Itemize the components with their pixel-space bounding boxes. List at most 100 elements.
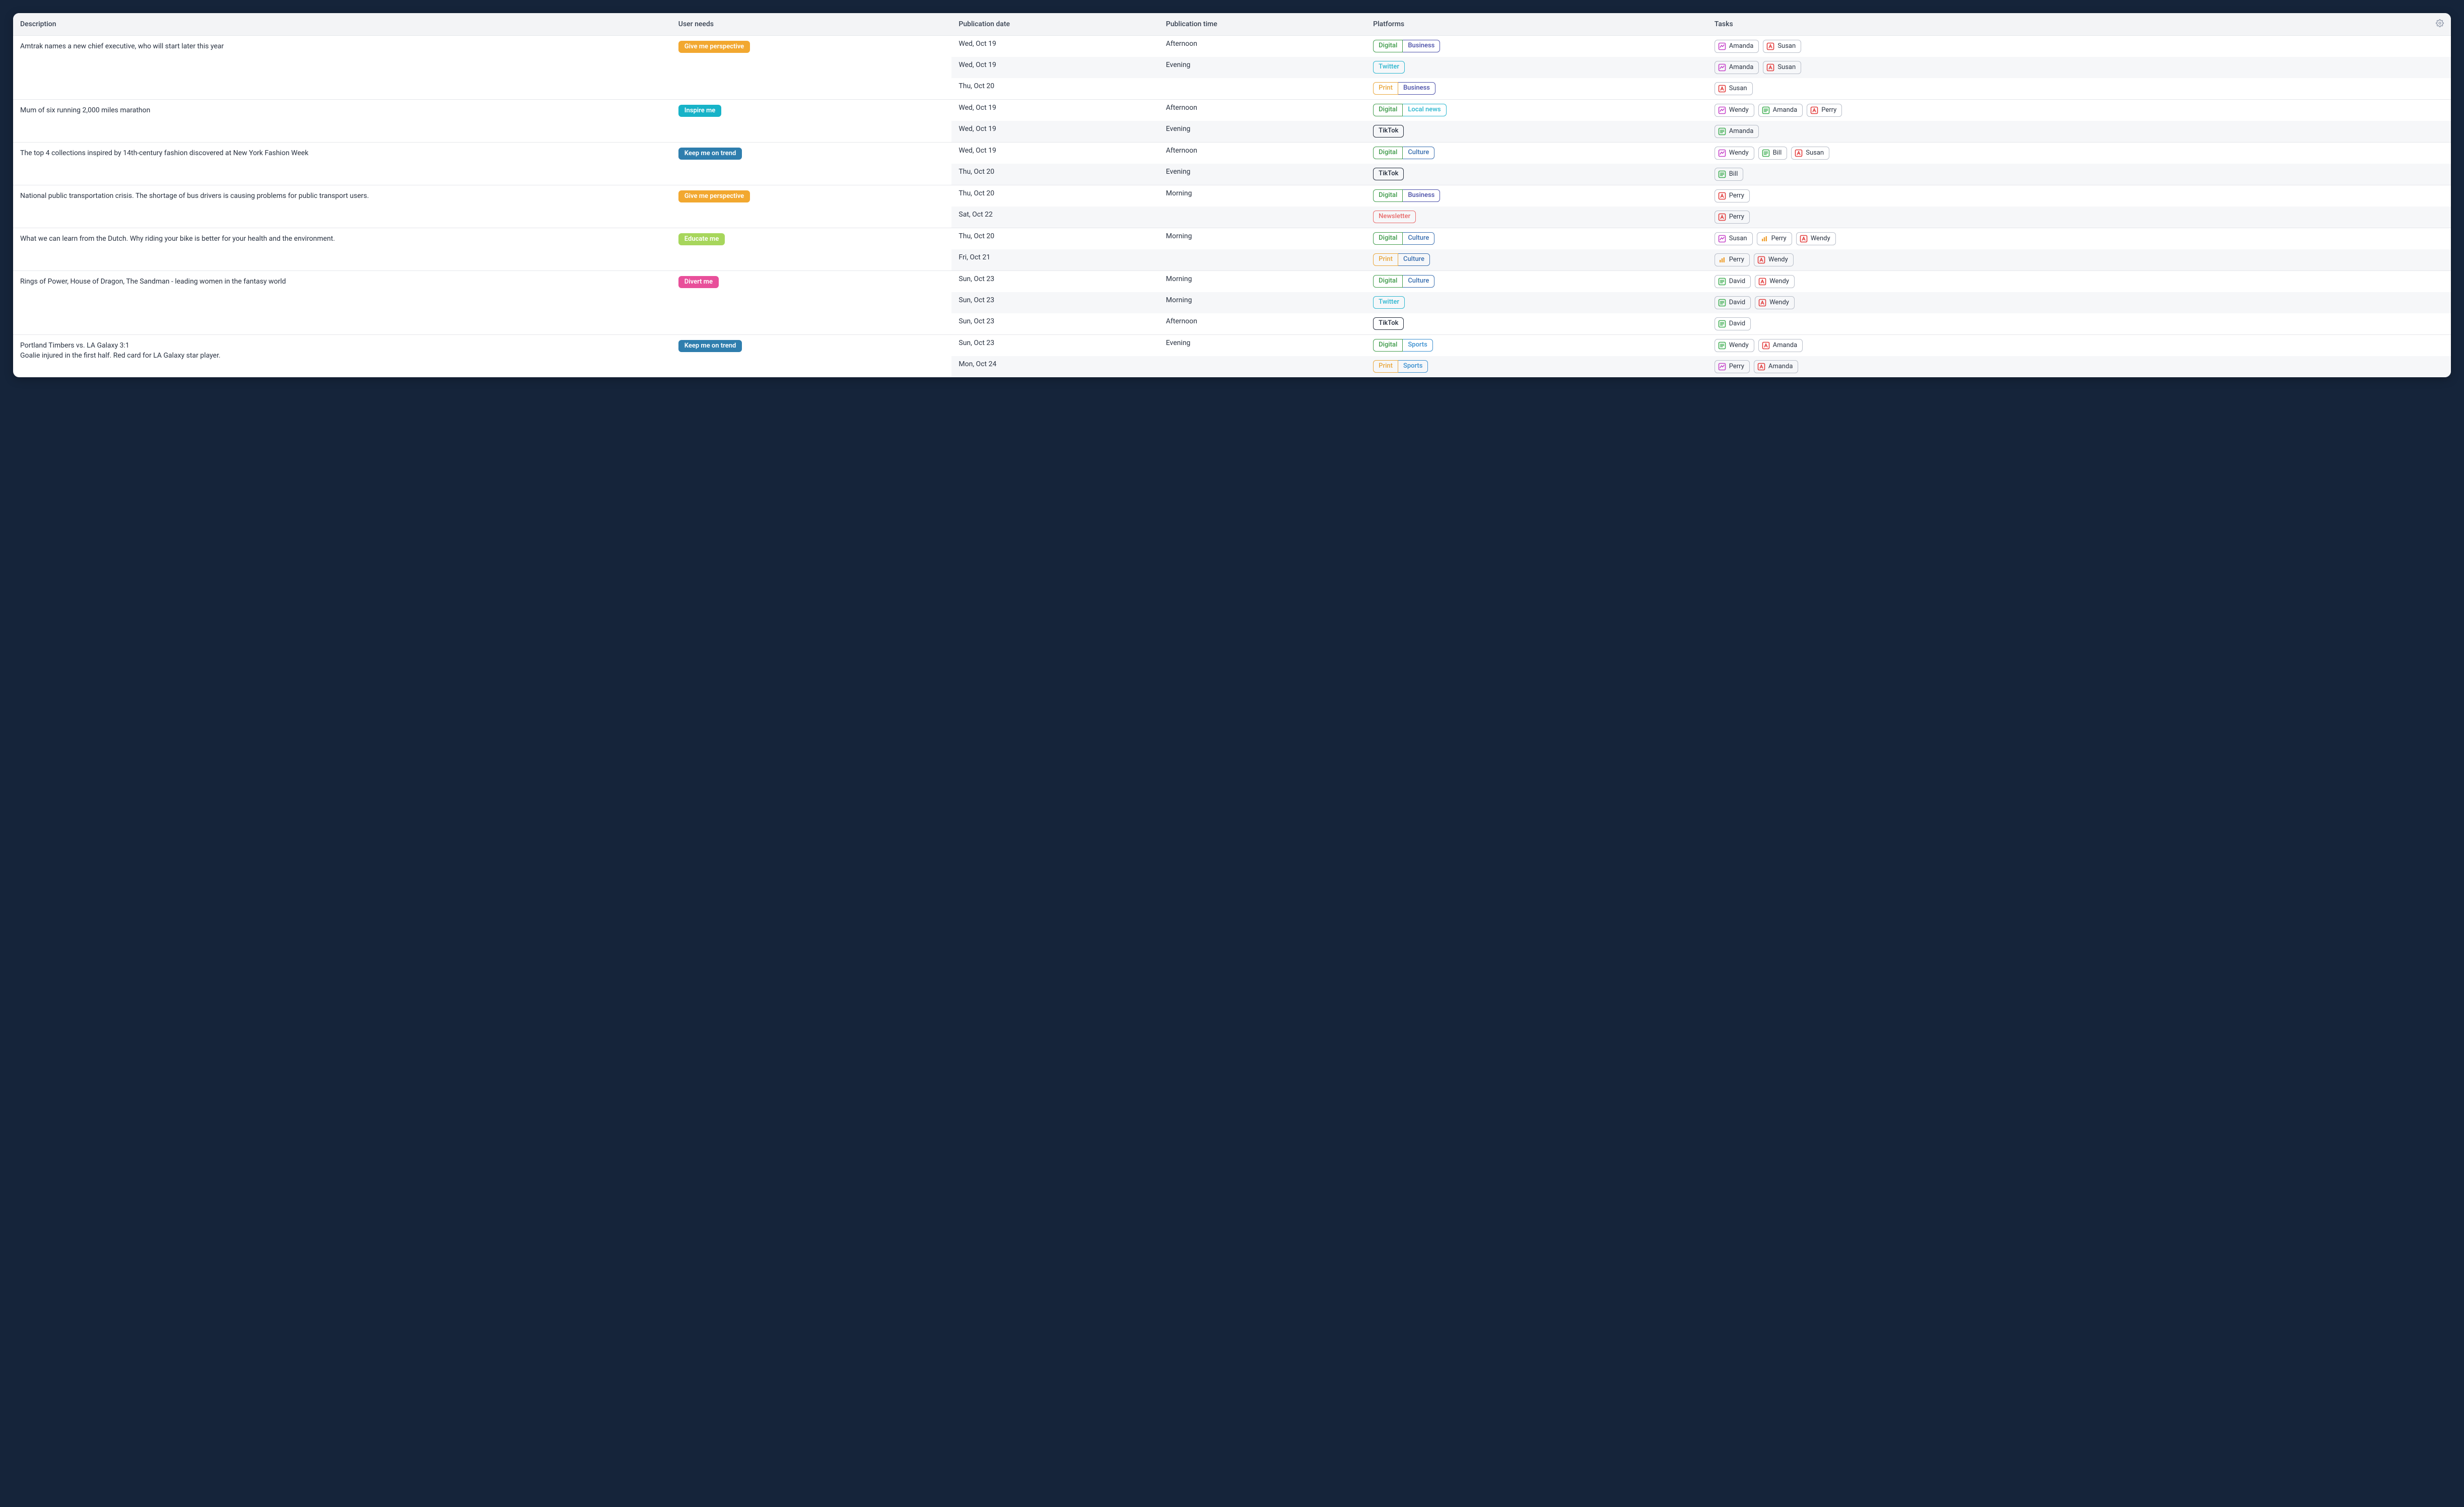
platform-tag[interactable]: Twitter — [1373, 296, 1405, 309]
publication-time-cell[interactable]: Afternoon — [1159, 100, 1366, 121]
task-chip[interactable]: Amanda — [1715, 61, 1759, 74]
task-chip[interactable]: Amanda — [1758, 339, 1803, 352]
publication-date-cell[interactable]: Thu, Oct 20 — [951, 185, 1158, 207]
publication-time-cell[interactable]: Afternoon — [1159, 143, 1366, 164]
description-cell[interactable]: What we can learn from the Dutch. Why ri… — [13, 228, 671, 271]
task-chip[interactable]: Perry — [1715, 189, 1750, 202]
platform-tag[interactable]: TikTok — [1373, 168, 1404, 180]
task-chip[interactable]: Wendy — [1755, 296, 1795, 309]
platform-segment: Business — [1398, 82, 1435, 95]
task-chip[interactable]: Perry — [1715, 360, 1750, 373]
publication-time-cell[interactable]: Evening — [1159, 57, 1366, 78]
task-chip[interactable]: Bill — [1715, 168, 1744, 181]
user-need-badge[interactable]: Inspire me — [678, 105, 721, 117]
task-chip[interactable]: Amanda — [1758, 104, 1803, 117]
task-chip[interactable]: David — [1715, 275, 1751, 288]
task-chip[interactable]: Susan — [1791, 147, 1829, 160]
publication-time-cell[interactable]: Morning — [1159, 292, 1366, 313]
task-chip[interactable]: Perry — [1757, 232, 1792, 245]
task-chip[interactable]: Wendy — [1715, 104, 1754, 117]
header-tasks[interactable]: Tasks — [1707, 13, 2429, 36]
task-chip[interactable]: Wendy — [1715, 147, 1754, 160]
platform-tag[interactable]: DigitalCulture — [1373, 147, 1434, 159]
publication-date-cell[interactable]: Thu, Oct 20 — [951, 164, 1158, 185]
description-cell[interactable]: Amtrak names a new chief executive, who … — [13, 36, 671, 100]
task-chip[interactable]: Wendy — [1796, 232, 1836, 245]
user-need-badge[interactable]: Give me perspective — [678, 190, 750, 202]
task-chip[interactable]: Perry — [1807, 104, 1842, 117]
task-chip[interactable]: David — [1715, 296, 1751, 309]
task-chip[interactable]: Susan — [1715, 82, 1753, 95]
publication-date-cell[interactable]: Sun, Oct 23 — [951, 335, 1158, 357]
task-chip[interactable]: Susan — [1715, 232, 1753, 245]
platform-tag[interactable]: PrintCulture — [1373, 253, 1430, 266]
description-cell[interactable]: The top 4 collections inspired by 14th-c… — [13, 143, 671, 185]
user-need-badge[interactable]: Keep me on trend — [678, 148, 742, 160]
description-cell[interactable]: National public transportation crisis. T… — [13, 185, 671, 228]
publication-date-cell[interactable]: Thu, Oct 20 — [951, 78, 1158, 100]
platform-tag[interactable]: Newsletter — [1373, 211, 1416, 223]
publication-date-cell[interactable]: Sun, Oct 23 — [951, 292, 1158, 313]
publication-time-cell[interactable]: Morning — [1159, 271, 1366, 293]
publication-date-cell[interactable]: Sun, Oct 23 — [951, 313, 1158, 335]
publication-date-cell[interactable]: Wed, Oct 19 — [951, 121, 1158, 143]
settings-button[interactable] — [2429, 13, 2451, 36]
platform-tag[interactable]: TikTok — [1373, 317, 1404, 330]
task-chip[interactable]: Susan — [1763, 61, 1801, 74]
header-description[interactable]: Description — [13, 13, 671, 36]
publication-time-cell[interactable] — [1159, 356, 1366, 377]
task-chip[interactable]: Amanda — [1754, 360, 1799, 373]
publication-date-cell[interactable]: Sun, Oct 23 — [951, 271, 1158, 293]
platform-tag[interactable]: Twitter — [1373, 61, 1405, 74]
task-chip[interactable]: Wendy — [1754, 253, 1794, 266]
platform-tag[interactable]: DigitalCulture — [1373, 275, 1434, 288]
description-cell[interactable]: Mum of six running 2,000 miles marathon — [13, 100, 671, 143]
platform-tag[interactable]: PrintBusiness — [1373, 82, 1435, 95]
publication-time-cell[interactable]: Afternoon — [1159, 36, 1366, 57]
publication-date-cell[interactable]: Wed, Oct 19 — [951, 100, 1158, 121]
description-cell[interactable]: Portland Timbers vs. LA Galaxy 3:1 Goali… — [13, 335, 671, 378]
publication-time-cell[interactable]: Evening — [1159, 121, 1366, 143]
task-chip[interactable]: Perry — [1715, 253, 1750, 266]
header-platforms[interactable]: Platforms — [1366, 13, 1707, 36]
task-chip[interactable]: Perry — [1715, 211, 1750, 224]
publication-date-cell[interactable]: Wed, Oct 19 — [951, 36, 1158, 57]
publication-date-cell[interactable]: Fri, Oct 21 — [951, 249, 1158, 271]
user-need-badge[interactable]: Educate me — [678, 233, 725, 245]
header-publication-date[interactable]: Publication date — [951, 13, 1158, 36]
platform-tag[interactable]: TikTok — [1373, 125, 1404, 138]
publication-date-cell[interactable]: Thu, Oct 20 — [951, 228, 1158, 250]
description-cell[interactable]: Rings of Power, House of Dragon, The San… — [13, 271, 671, 335]
platform-tag[interactable]: DigitalLocal news — [1373, 104, 1446, 116]
tasks-cell: Amanda Susan — [1707, 36, 2429, 57]
publication-time-cell[interactable] — [1159, 249, 1366, 271]
publication-time-cell[interactable]: Evening — [1159, 335, 1366, 357]
user-need-badge[interactable]: Give me perspective — [678, 41, 750, 53]
platform-tag[interactable]: DigitalBusiness — [1373, 40, 1440, 52]
task-chip[interactable]: Amanda — [1715, 40, 1759, 53]
task-chip[interactable]: David — [1715, 317, 1751, 330]
header-user-needs[interactable]: User needs — [671, 13, 952, 36]
platform-tag[interactable]: DigitalCulture — [1373, 232, 1434, 245]
task-chip[interactable]: Bill — [1758, 147, 1788, 160]
user-need-badge[interactable]: Divert me — [678, 276, 719, 288]
publication-time-cell[interactable] — [1159, 78, 1366, 100]
publication-time-cell[interactable]: Morning — [1159, 228, 1366, 250]
publication-date-cell[interactable]: Wed, Oct 19 — [951, 143, 1158, 164]
platform-tag[interactable]: DigitalSports — [1373, 339, 1433, 352]
header-publication-time[interactable]: Publication time — [1159, 13, 1366, 36]
task-chip[interactable]: Wendy — [1715, 339, 1754, 352]
publication-date-cell[interactable]: Sat, Oct 22 — [951, 207, 1158, 228]
publication-time-cell[interactable] — [1159, 207, 1366, 228]
task-chip[interactable]: Wendy — [1755, 275, 1795, 288]
publication-time-cell[interactable]: Morning — [1159, 185, 1366, 207]
publication-time-cell[interactable]: Afternoon — [1159, 313, 1366, 335]
publication-date-cell[interactable]: Mon, Oct 24 — [951, 356, 1158, 377]
user-need-badge[interactable]: Keep me on trend — [678, 340, 742, 352]
publication-time-cell[interactable]: Evening — [1159, 164, 1366, 185]
platform-tag[interactable]: PrintSports — [1373, 360, 1428, 373]
publication-date-cell[interactable]: Wed, Oct 19 — [951, 57, 1158, 78]
task-chip[interactable]: Amanda — [1715, 125, 1759, 138]
task-chip[interactable]: Susan — [1763, 40, 1801, 53]
platform-tag[interactable]: DigitalBusiness — [1373, 189, 1440, 202]
